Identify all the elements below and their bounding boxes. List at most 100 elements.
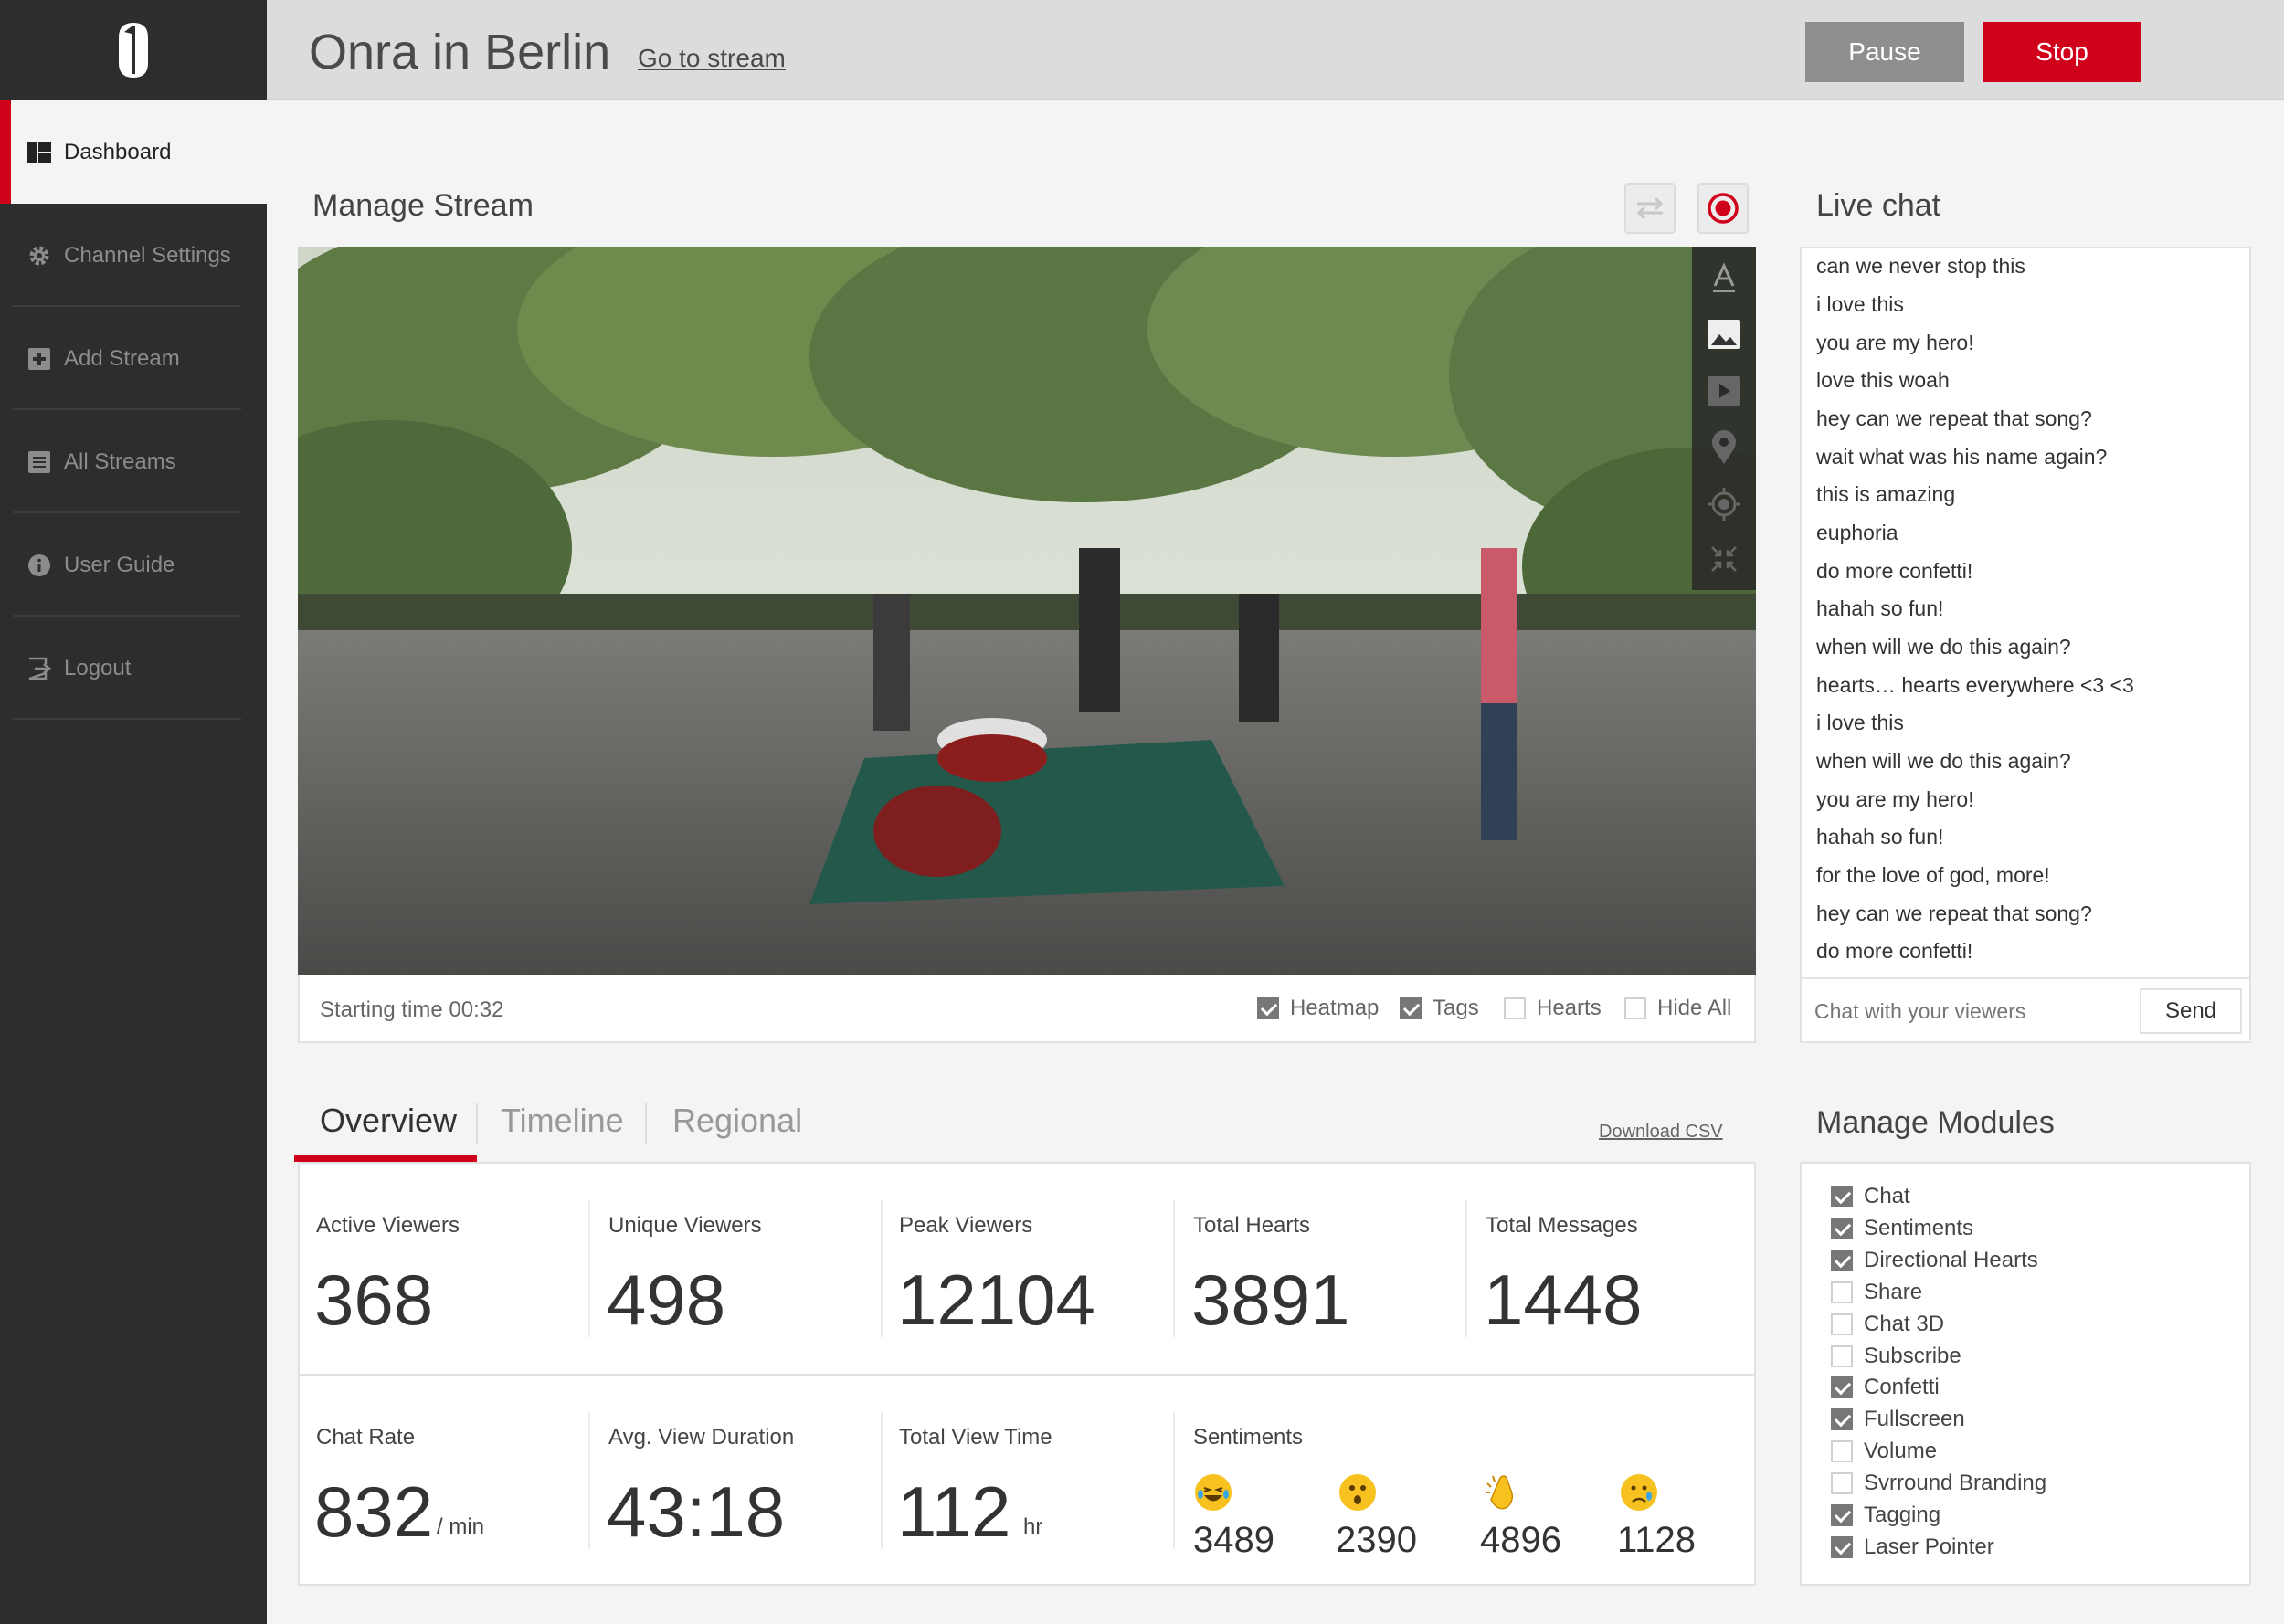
surprised-emoji-icon bbox=[1339, 1474, 1376, 1511]
module-checkbox[interactable] bbox=[1831, 1536, 1853, 1558]
module-checkbox[interactable] bbox=[1831, 1345, 1853, 1367]
video-tool-button[interactable] bbox=[1692, 364, 1756, 418]
module-share[interactable]: Share bbox=[1831, 1280, 1922, 1305]
module-label: Share bbox=[1864, 1280, 1923, 1304]
play-icon bbox=[1708, 376, 1740, 406]
collapse-icon bbox=[1711, 546, 1737, 572]
module-chat-3d[interactable]: Chat 3D bbox=[1831, 1312, 1944, 1337]
tab-regional[interactable]: Regional bbox=[672, 1102, 802, 1140]
sidebar-item-dashboard[interactable]: Dashboard bbox=[0, 100, 267, 204]
total-hearts-value: 3891 bbox=[1191, 1260, 1350, 1340]
module-checkbox[interactable] bbox=[1831, 1440, 1853, 1462]
module-label: Chat bbox=[1864, 1184, 1910, 1208]
tags-toggle[interactable]: Tags bbox=[1400, 996, 1479, 1021]
chat-message: hey can we repeat that song? bbox=[1816, 902, 2092, 925]
module-checkbox[interactable] bbox=[1831, 1472, 1853, 1494]
location-tool-button[interactable] bbox=[1692, 420, 1756, 475]
chat-message: you are my hero! bbox=[1816, 787, 1974, 811]
chat-message-list[interactable]: can we never stop this i love this you a… bbox=[1800, 247, 2251, 979]
module-fullscreen[interactable]: Fullscreen bbox=[1831, 1407, 1965, 1432]
dashboard-icon bbox=[27, 141, 51, 164]
module-svrround-branding[interactable]: Svrround Branding bbox=[1831, 1471, 2046, 1496]
module-checkbox[interactable] bbox=[1831, 1218, 1853, 1239]
list-icon bbox=[27, 450, 51, 474]
module-confetti[interactable]: Confetti bbox=[1831, 1375, 1940, 1400]
image-tool-button[interactable] bbox=[1692, 307, 1756, 362]
module-checkbox[interactable] bbox=[1831, 1281, 1853, 1303]
module-laser-pointer[interactable]: Laser Pointer bbox=[1831, 1534, 1994, 1560]
hearts-toggle[interactable]: Hearts bbox=[1504, 996, 1602, 1021]
stop-button[interactable]: Stop bbox=[1983, 22, 2141, 82]
overview-stats-panel: Active Viewers 368 Unique Viewers 498 Pe… bbox=[298, 1162, 1756, 1586]
total-messages-label: Total Messages bbox=[1486, 1213, 1638, 1238]
plus-square-icon bbox=[27, 347, 51, 371]
stat-divider bbox=[588, 1412, 590, 1549]
brand-logo[interactable] bbox=[0, 0, 267, 100]
module-subscribe[interactable]: Subscribe bbox=[1831, 1344, 1961, 1369]
hide-all-checkbox[interactable] bbox=[1624, 997, 1646, 1019]
chat-message: when will we do this again? bbox=[1816, 635, 2071, 659]
sidebar-item-channel-settings[interactable]: Channel Settings bbox=[0, 204, 267, 307]
chat-message: hahah so fun! bbox=[1816, 596, 1944, 620]
sidebar-item-label: Dashboard bbox=[64, 139, 172, 164]
sentiment-laugh-count: 3489 bbox=[1193, 1520, 1274, 1560]
sidebar-item-label: All Streams bbox=[64, 448, 176, 474]
chat-message: when will we do this again? bbox=[1816, 749, 2071, 773]
logout-icon bbox=[27, 657, 51, 680]
sentiment-cry-count: 1128 bbox=[1617, 1520, 1697, 1560]
sidebar-item-all-streams[interactable]: All Streams bbox=[0, 410, 267, 513]
module-sentiments[interactable]: Sentiments bbox=[1831, 1216, 1973, 1241]
pause-button[interactable]: Pause bbox=[1805, 22, 1964, 82]
module-checkbox[interactable] bbox=[1831, 1504, 1853, 1526]
text-icon bbox=[1713, 262, 1735, 292]
total-view-time-label: Total View Time bbox=[899, 1425, 1052, 1450]
record-button[interactable] bbox=[1697, 183, 1749, 234]
gear-icon bbox=[27, 244, 51, 268]
tags-label: Tags bbox=[1433, 996, 1479, 1020]
tags-checkbox[interactable] bbox=[1400, 997, 1422, 1019]
logo-icon bbox=[119, 23, 148, 78]
info-icon bbox=[27, 554, 51, 577]
fullscreen-tool-button[interactable] bbox=[1692, 532, 1756, 586]
hide-all-toggle[interactable]: Hide All bbox=[1624, 996, 1731, 1021]
go-to-stream-link[interactable]: Go to stream bbox=[638, 44, 786, 73]
stream-video-preview[interactable] bbox=[298, 247, 1756, 975]
chat-message: i love this bbox=[1816, 292, 1904, 316]
module-checkbox[interactable] bbox=[1831, 1250, 1853, 1271]
module-label: Laser Pointer bbox=[1864, 1534, 1994, 1559]
module-label: Sentiments bbox=[1864, 1216, 1974, 1240]
module-checkbox[interactable] bbox=[1831, 1376, 1853, 1398]
text-tool-button[interactable] bbox=[1692, 250, 1756, 305]
module-tagging[interactable]: Tagging bbox=[1831, 1503, 1940, 1528]
chat-message: wait what was his name again? bbox=[1816, 445, 2108, 469]
sidebar-item-user-guide[interactable]: User Guide bbox=[0, 513, 267, 617]
module-label: Svrround Branding bbox=[1864, 1471, 2047, 1495]
sidebar-item-logout[interactable]: Logout bbox=[0, 617, 267, 720]
heatmap-toggle[interactable]: Heatmap bbox=[1257, 996, 1379, 1021]
target-tool-button[interactable] bbox=[1692, 477, 1756, 532]
module-checkbox[interactable] bbox=[1831, 1313, 1853, 1335]
tab-timeline[interactable]: Timeline bbox=[501, 1102, 624, 1140]
unique-viewers-value: 498 bbox=[607, 1260, 726, 1340]
modules-panel: Chat Sentiments Directional Hearts Share… bbox=[1800, 1162, 2251, 1586]
chat-input[interactable] bbox=[1814, 992, 2125, 1030]
module-directional-hearts[interactable]: Directional Hearts bbox=[1831, 1248, 2038, 1273]
swap-view-button[interactable] bbox=[1624, 183, 1676, 234]
chat-rate-label: Chat Rate bbox=[316, 1425, 416, 1450]
heatmap-checkbox[interactable] bbox=[1257, 997, 1279, 1019]
hearts-checkbox[interactable] bbox=[1504, 997, 1526, 1019]
module-checkbox[interactable] bbox=[1831, 1186, 1853, 1207]
sentiments-label: Sentiments bbox=[1193, 1425, 1304, 1450]
sidebar-item-label: Logout bbox=[64, 655, 132, 680]
module-checkbox[interactable] bbox=[1831, 1408, 1853, 1430]
module-chat[interactable]: Chat bbox=[1831, 1184, 1910, 1209]
crying-emoji-icon bbox=[1621, 1474, 1657, 1511]
download-csv-link[interactable]: Download CSV bbox=[1599, 1122, 1723, 1143]
module-volume[interactable]: Volume bbox=[1831, 1439, 1937, 1464]
total-hearts-label: Total Hearts bbox=[1193, 1213, 1311, 1238]
tab-overview[interactable]: Overview bbox=[320, 1102, 457, 1140]
heatmap-label: Heatmap bbox=[1290, 996, 1380, 1020]
send-button[interactable]: Send bbox=[2140, 988, 2242, 1034]
sentiment-clap-count: 4896 bbox=[1480, 1520, 1561, 1560]
sidebar-item-add-stream[interactable]: Add Stream bbox=[0, 307, 267, 410]
